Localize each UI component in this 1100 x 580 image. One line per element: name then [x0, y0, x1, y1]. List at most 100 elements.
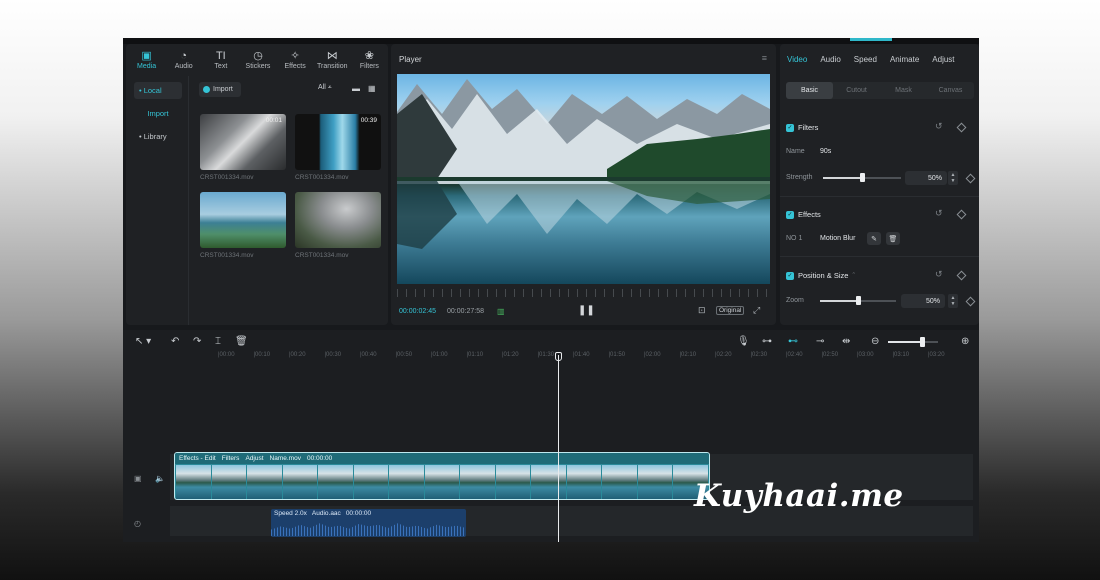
subtab-mask[interactable]: Mask: [880, 82, 927, 99]
position-section-header[interactable]: ✓ Position & Size ˆ: [786, 271, 855, 280]
magnet-icon[interactable]: ⊷: [788, 336, 798, 347]
clip-frame: [637, 465, 673, 499]
ratio-button[interactable]: Original: [716, 306, 745, 315]
strength-input[interactable]: 50%: [905, 171, 947, 185]
filter-all-dropdown[interactable]: All ⩡: [318, 84, 332, 92]
ruler-tick: |00:00: [218, 352, 235, 358]
tab-speed[interactable]: Speed: [854, 55, 877, 64]
ruler-tick: |00:20: [289, 352, 306, 358]
clip-frame: [389, 465, 424, 499]
media-thumbnail[interactable]: 00:39: [295, 114, 381, 170]
checkbox-icon[interactable]: ✓: [786, 210, 794, 219]
audio-track-icon[interactable]: ◴: [134, 519, 141, 528]
preview-scrubber[interactable]: [397, 289, 770, 297]
sidebar-item-local[interactable]: • Local: [134, 82, 182, 99]
ruler-tick: |01:20: [502, 352, 519, 358]
delete-icon[interactable]: 🗑: [235, 336, 248, 347]
stepper-icon[interactable]: ▲ ▼: [948, 171, 958, 185]
snap-icon[interactable]: ⊸: [816, 336, 824, 347]
tab-audio[interactable]: Audio: [820, 55, 840, 64]
slider-knob[interactable]: [856, 296, 861, 305]
edit-icon[interactable]: ✎: [867, 232, 881, 245]
clip-header: Effects - Edit Filters Adjust Name.mov 0…: [175, 453, 709, 464]
reset-icon[interactable]: ↺: [935, 208, 943, 219]
subtab-canvas[interactable]: Canvas: [927, 82, 974, 99]
subtab-basic[interactable]: Basic: [786, 82, 833, 99]
tab-effects[interactable]: ✧ Effects: [277, 44, 314, 76]
list-view-icon[interactable]: ▬: [352, 84, 360, 93]
grid-icon[interactable]: ▥: [497, 307, 505, 316]
effect-name-value: Motion Blur: [820, 235, 856, 242]
video-clip[interactable]: Effects - Edit Filters Adjust Name.mov 0…: [174, 452, 710, 500]
export-accent: [850, 38, 892, 41]
trash-icon[interactable]: 🗑: [886, 232, 900, 245]
audio-waveform: [271, 523, 466, 536]
reset-icon[interactable]: ↺: [935, 269, 943, 280]
sidebar-item-import[interactable]: Import: [134, 105, 182, 122]
media-thumbnail[interactable]: [295, 192, 381, 248]
slider-knob[interactable]: [860, 173, 865, 182]
zoom-out-icon[interactable]: ⊖: [871, 336, 879, 347]
track-area: Effects - Edit Filters Adjust Name.mov 0…: [170, 366, 979, 542]
tab-animate[interactable]: Animate: [890, 55, 919, 64]
ruler-tick: |03:20: [928, 352, 945, 358]
tab-filters[interactable]: ❀ Filters: [351, 44, 388, 76]
clip-frame: [176, 465, 211, 499]
timeline-zoom-slider[interactable]: [888, 337, 938, 347]
playhead-line[interactable]: [558, 355, 559, 542]
audio-clip[interactable]: Speed 2.0x Audio.aac 00:00:00: [271, 509, 466, 537]
tab-transition[interactable]: ⋈ Transition: [314, 44, 351, 76]
pause-button[interactable]: ❚❚: [578, 305, 595, 316]
reset-icon[interactable]: ↺: [935, 121, 943, 132]
zoom-input[interactable]: 50%: [901, 294, 945, 308]
media-thumbnail[interactable]: 00:01: [200, 114, 286, 170]
tab-label: Audio: [174, 63, 193, 70]
effects-section-header[interactable]: ✓ Effects: [786, 210, 821, 219]
chevron-up-icon[interactable]: ˆ: [852, 271, 855, 280]
preview-axis-icon[interactable]: ⇹: [842, 336, 850, 347]
slider-fill: [888, 341, 922, 343]
grid-view-icon[interactable]: ▦: [368, 84, 376, 93]
media-thumbnail[interactable]: [200, 192, 286, 248]
keyframe-icon[interactable]: [965, 296, 976, 307]
split-icon[interactable]: ⌶: [215, 336, 221, 347]
keyframe-icon[interactable]: [956, 270, 967, 281]
microphone-icon[interactable]: 🎙: [737, 336, 750, 347]
filters-section-header[interactable]: ✓ Filters: [786, 123, 818, 132]
speed-tag: Speed 2.0x: [274, 510, 307, 517]
redo-icon[interactable]: ↷: [193, 336, 201, 347]
tab-stickers[interactable]: ◷ Stickers: [239, 44, 276, 76]
tab-media[interactable]: ▣ Media: [128, 44, 165, 76]
ruler-tick: |01:40: [573, 352, 590, 358]
keyframe-icon[interactable]: [965, 173, 976, 184]
video-preview[interactable]: [397, 74, 770, 284]
zoom-slider[interactable]: [820, 296, 896, 305]
undo-icon[interactable]: ↶: [171, 336, 179, 347]
link-icon[interactable]: ⊶: [762, 336, 772, 347]
timeline-ruler[interactable]: |00:00 |00:10 |00:20 |00:30 |00:40 |00:50 |01:…: [218, 352, 979, 366]
section-title: Position & Size: [798, 271, 849, 280]
tab-adjust[interactable]: Adjust: [932, 55, 954, 64]
tab-audio[interactable]: ◔ Audio: [165, 44, 202, 76]
sidebar-item-library[interactable]: • Library: [134, 128, 182, 145]
subtab-cutout[interactable]: Cutout: [833, 82, 880, 99]
ruler-tick: |01:50: [608, 352, 626, 358]
checkbox-icon[interactable]: ✓: [786, 123, 794, 132]
select-tool-icon[interactable]: ↖ ▾: [135, 336, 151, 347]
keyframe-icon[interactable]: [956, 122, 967, 133]
checkbox-icon[interactable]: ✓: [786, 271, 794, 280]
slider-knob[interactable]: [920, 337, 925, 347]
stepper-icon[interactable]: ▲ ▼: [948, 294, 958, 308]
strength-slider[interactable]: [823, 173, 901, 182]
menu-icon[interactable]: ≡: [762, 53, 767, 63]
video-track-icon[interactable]: ▣: [134, 474, 142, 483]
zoom-in-icon[interactable]: ⊕: [961, 336, 969, 347]
fullscreen-icon[interactable]: ⤢: [753, 305, 760, 316]
mute-icon[interactable]: 🔈: [155, 474, 165, 483]
keyframe-icon[interactable]: [956, 209, 967, 220]
ruler-tick: |02:10: [679, 352, 697, 358]
fit-screen-icon[interactable]: ⊡: [698, 305, 706, 316]
import-button[interactable]: Import: [199, 82, 241, 97]
tab-text[interactable]: TI Text: [202, 44, 239, 76]
tab-video[interactable]: Video: [787, 55, 807, 64]
